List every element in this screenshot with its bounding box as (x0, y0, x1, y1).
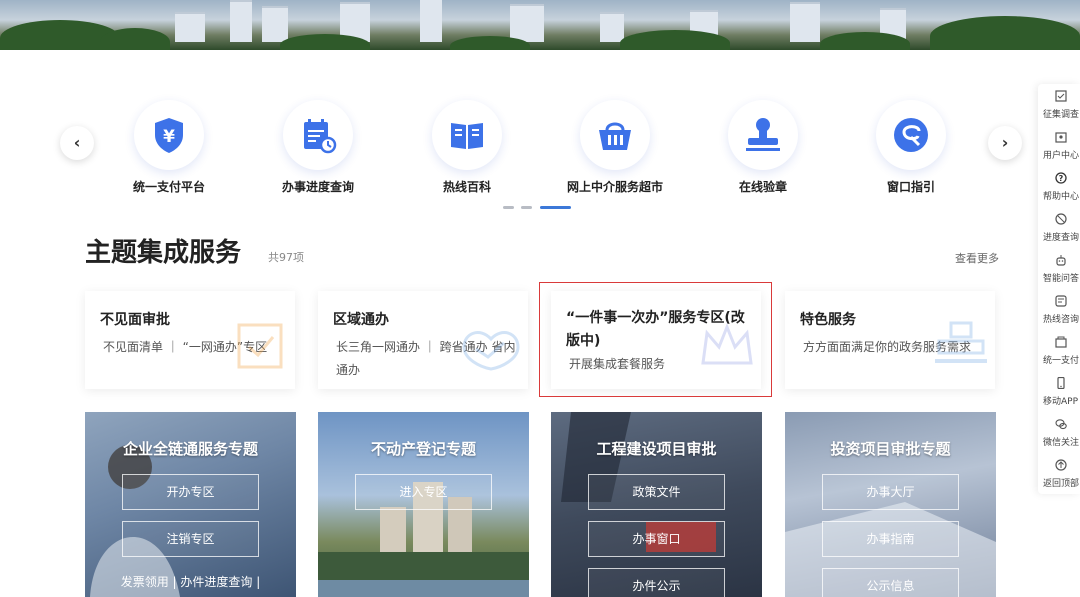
survey-icon (1055, 90, 1067, 102)
theme-card-title: 不见面审批 (100, 312, 170, 328)
theme-card-no-meeting-approval[interactable]: 不见面审批 不见面清单 ｜ “一网通办”专区 (85, 291, 295, 389)
quick-item-label: 热线百科 (442, 180, 491, 194)
cancel-zone-button[interactable]: 注销专区 (122, 521, 259, 557)
book-icon (432, 100, 502, 170)
quick-item-label: 办事进度查询 (281, 180, 354, 194)
mobile-icon (1057, 377, 1065, 389)
svg-text:?: ? (1059, 174, 1064, 183)
sidebar-label: 进度查询 (1043, 233, 1080, 243)
tile-title: 不动产登记专题 (370, 440, 476, 458)
tile-enterprise-full-chain[interactable]: 企业全链通服务专题 开办专区 注销专区 发票领用 | 办件进度查询 | (85, 412, 296, 597)
carousel-dot[interactable] (521, 206, 532, 209)
sidebar-item-help[interactable]: ? 帮助中心 (1038, 168, 1080, 208)
progress-icon (1055, 213, 1067, 225)
svg-text:¥: ¥ (163, 127, 175, 147)
sidebar-item-smart-qa[interactable]: 智能问答 (1038, 250, 1080, 290)
calendar-clock-icon (283, 100, 353, 170)
help-icon: ? (1055, 172, 1067, 184)
back-to-top-icon (1055, 459, 1067, 471)
document-check-icon (237, 323, 283, 369)
tile-title: 投资项目审批专题 (830, 440, 951, 458)
quick-item-label: 统一支付平台 (132, 180, 205, 194)
hotline-icon (1055, 295, 1067, 307)
tile-title: 工程建设项目审批 (596, 440, 717, 458)
right-float-sidebar: 征集调查 用户中心 ? 帮助中心 进度查询 智能问答 热线咨询 统一支付 移动A… (1038, 84, 1080, 494)
quick-item-unified-payment[interactable]: ¥ 统一支付平台 (94, 100, 244, 195)
handshake-icon (462, 331, 520, 371)
section-count: 共97项 (268, 251, 304, 264)
quick-item-label: 网上中介服务超市 (566, 180, 663, 194)
policy-files-button[interactable]: 政策文件 (588, 474, 725, 510)
theme-card-regional-service[interactable]: 区域通办 长三角一网通办 ｜ 跨省通办 省内通办 (318, 291, 528, 389)
basket-icon (580, 100, 650, 170)
service-guide-button[interactable]: 办事指南 (822, 521, 959, 557)
sidebar-label: 移动APP (1043, 397, 1079, 407)
sidebar-label: 帮助中心 (1043, 192, 1080, 202)
sidebar-item-mobile-app[interactable]: 移动APP (1038, 373, 1080, 413)
quick-item-intermediary-market[interactable]: 网上中介服务超市 (540, 100, 690, 195)
sidebar-item-back-to-top[interactable]: 返回顶部 (1038, 455, 1080, 495)
sidebar-item-user-center[interactable]: 用户中心 (1038, 127, 1080, 167)
stamp-outline-icon (935, 321, 987, 363)
tile-real-estate-registration[interactable]: 不动产登记专题 进入专区 (318, 412, 529, 597)
section-title: 主题集成服务 (85, 238, 242, 268)
view-more-link[interactable]: 查看更多 (955, 250, 999, 266)
tile-construction-approval[interactable]: 工程建设项目审批 政策文件 办事窗口 办件公示 (551, 412, 762, 597)
quick-item-label: 窗口指引 (886, 180, 935, 194)
tile-footer-links[interactable]: 发票领用 | 办件进度查询 | (85, 573, 296, 590)
sidebar-item-hotline[interactable]: 热线咨询 (1038, 291, 1080, 331)
theme-card-title: 特色服务 (800, 312, 856, 328)
crown-icon (701, 322, 753, 365)
sidebar-item-wechat[interactable]: 微信关注 (1038, 414, 1080, 454)
sidebar-item-survey[interactable]: 征集调查 (1038, 86, 1080, 126)
sidebar-label: 用户中心 (1043, 151, 1080, 161)
quick-item-window-guide[interactable]: 窗口指引 (836, 100, 986, 195)
open-zone-button[interactable]: 开办专区 (122, 474, 259, 510)
stamp-icon (728, 100, 798, 170)
carousel-next-button[interactable]: › (988, 126, 1022, 160)
payment-icon (1055, 336, 1067, 348)
sidebar-label: 热线咨询 (1043, 315, 1080, 325)
sidebar-label: 微信关注 (1043, 438, 1080, 448)
sidebar-label: 征集调查 (1043, 110, 1080, 120)
city-banner (0, 0, 1080, 50)
quick-item-hotline-wiki[interactable]: 热线百科 (392, 100, 542, 195)
carousel-dot[interactable] (503, 206, 514, 209)
sidebar-item-progress[interactable]: 进度查询 (1038, 209, 1080, 249)
carousel-dot-active[interactable] (540, 206, 571, 209)
quick-item-label: 在线验章 (738, 180, 787, 194)
theme-card-one-thing-once[interactable]: “一件事一次办”服务专区(改版中) 开展集成套餐服务 (551, 291, 761, 389)
wechat-icon (1055, 419, 1067, 430)
enter-zone-button[interactable]: 进入专区 (355, 474, 492, 510)
theme-card-featured-service[interactable]: 特色服务 方方面面满足你的政务服务需求 (785, 291, 995, 389)
theme-card-title: 区域通办 (333, 312, 389, 328)
service-window-button[interactable]: 办事窗口 (588, 521, 725, 557)
tile-investment-approval[interactable]: 投资项目审批专题 办事大厅 办事指南 公示信息 (785, 412, 996, 597)
window-guide-icon (876, 100, 946, 170)
user-center-icon (1055, 132, 1067, 143)
quick-item-online-stamp-check[interactable]: 在线验章 (688, 100, 838, 195)
yuan-shield-icon: ¥ (134, 100, 204, 170)
tile-title: 企业全链通服务专题 (122, 440, 258, 458)
carousel-prev-button[interactable]: ‹ (60, 126, 94, 160)
sidebar-label: 统一支付 (1043, 356, 1080, 366)
service-hall-button[interactable]: 办事大厅 (822, 474, 959, 510)
sidebar-item-payment[interactable]: 统一支付 (1038, 332, 1080, 372)
robot-icon (1056, 255, 1066, 266)
quick-item-progress-query[interactable]: 办事进度查询 (243, 100, 393, 195)
sidebar-label: 智能问答 (1043, 274, 1080, 284)
sidebar-label: 返回顶部 (1043, 479, 1080, 489)
